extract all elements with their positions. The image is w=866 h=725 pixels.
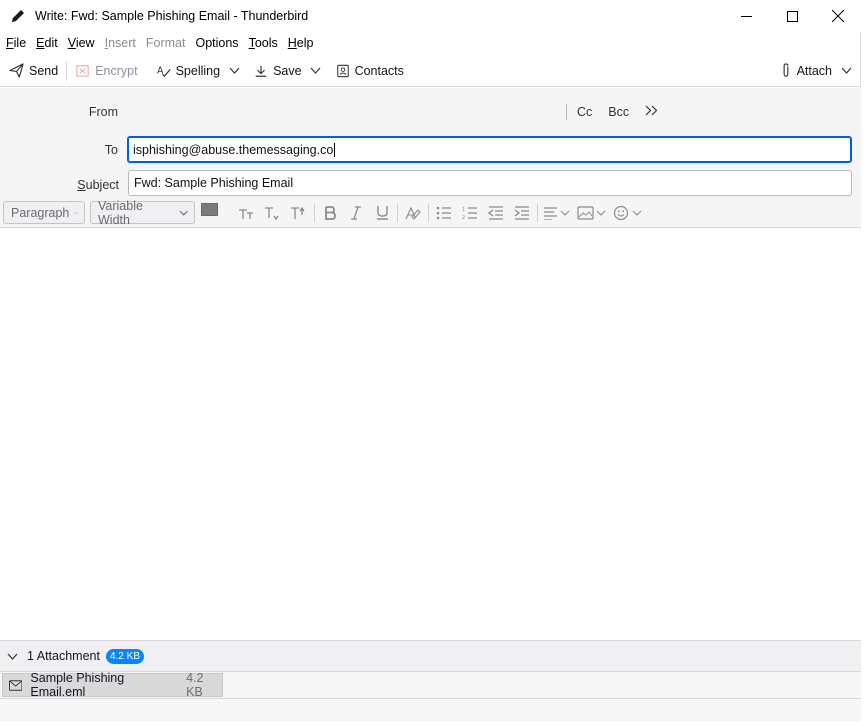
minimize-button[interactable] <box>723 0 769 32</box>
chevron-down-icon <box>310 67 321 74</box>
chevron-down-icon[interactable] <box>7 653 18 660</box>
recipient-type-buttons: Cc Bcc <box>566 103 658 121</box>
attachment-bar[interactable]: 1 Attachment 4.2 KB <box>0 640 861 671</box>
subject-input[interactable]: Fwd: Sample Phishing Email <box>128 170 852 196</box>
compose-toolbar: Send Encrypt A Spelling Save Contacts At… <box>0 55 861 87</box>
chevron-down-icon <box>229 67 240 74</box>
spelling-label: Spelling <box>175 63 221 78</box>
menu-options[interactable]: Options <box>195 36 238 50</box>
numbered-list-icon[interactable]: 12 <box>457 201 483 225</box>
to-input[interactable]: isphishing@abuse.themessaging.co <box>127 136 852 163</box>
spelling-icon: A <box>157 65 171 78</box>
font-size-up-icon[interactable] <box>286 201 312 225</box>
attachment-name: Sample Phishing Email.eml <box>30 671 125 699</box>
svg-text:2: 2 <box>462 215 465 220</box>
chevron-down-icon <box>841 67 851 74</box>
window-title: Write: Fwd: Sample Phishing Email - Thun… <box>35 9 309 23</box>
insert-image-icon[interactable] <box>574 201 610 225</box>
more-recipients-icon[interactable] <box>645 105 658 119</box>
close-button[interactable] <box>815 0 861 32</box>
contacts-button[interactable]: Contacts <box>331 58 409 84</box>
subject-label: Subject <box>77 178 119 192</box>
spelling-button[interactable]: A Spelling <box>151 58 225 84</box>
bold-icon[interactable] <box>317 201 343 225</box>
italic-icon[interactable] <box>343 201 369 225</box>
smaller-font-icon[interactable] <box>234 201 260 225</box>
maximize-button[interactable] <box>769 0 815 32</box>
contacts-label: Contacts <box>354 63 404 78</box>
paperclip-icon <box>783 63 788 77</box>
encrypt-label: Encrypt <box>95 63 138 78</box>
compose-window: Write: Fwd: Sample Phishing Email - Thun… <box>0 0 861 722</box>
attach-dropdown[interactable] <box>837 58 855 84</box>
send-icon <box>9 63 24 78</box>
send-button[interactable]: Send <box>4 58 63 84</box>
save-button[interactable]: Save <box>249 58 307 84</box>
font-size-down-icon[interactable] <box>260 201 286 225</box>
text-caret <box>334 142 336 157</box>
remove-formatting-icon[interactable] <box>400 201 426 225</box>
paragraph-format-value: Paragraph <box>11 205 70 220</box>
menu-view[interactable]: View <box>68 36 95 50</box>
toolbar-separator <box>66 60 68 81</box>
bullet-list-icon[interactable] <box>431 201 457 225</box>
menu-bar: File Edit View Insert Format Options Too… <box>0 32 861 53</box>
save-label: Save <box>273 63 302 78</box>
to-value: isphishing@abuse.themessaging.co <box>133 142 334 157</box>
font-select[interactable]: Variable Width <box>90 198 195 227</box>
cc-separator <box>566 104 567 120</box>
paragraph-format-select[interactable]: Paragraph <box>3 201 85 224</box>
emoji-icon[interactable] <box>610 201 646 225</box>
chevron-down-icon <box>179 210 188 216</box>
svg-text:1: 1 <box>462 207 465 213</box>
attachment-item[interactable]: Sample Phishing Email.eml 4.2 KB <box>2 671 223 699</box>
format-separator <box>397 203 398 222</box>
format-separator <box>314 203 315 222</box>
menu-edit[interactable]: Edit <box>36 36 58 50</box>
format-separator <box>428 203 429 222</box>
outdent-icon[interactable] <box>483 201 509 225</box>
encrypt-icon <box>76 65 89 77</box>
menu-insert[interactable]: Insert <box>105 36 136 50</box>
menu-tools[interactable]: Tools <box>249 36 278 50</box>
underline-icon[interactable] <box>369 201 395 225</box>
menu-help[interactable]: Help <box>288 36 314 50</box>
envelope-icon <box>9 679 23 691</box>
text-color-picker[interactable] <box>200 201 230 225</box>
attachment-list: Sample Phishing Email.eml 4.2 KB <box>0 671 861 699</box>
attachment-count: 1 Attachment <box>27 649 100 663</box>
format-toolbar: Paragraph Variable Width 1 2 <box>0 198 861 228</box>
indent-icon[interactable] <box>509 201 535 225</box>
attachment-size-badge: 4.2 KB <box>105 648 144 664</box>
foreground-color[interactable] <box>201 202 218 216</box>
to-label: To <box>104 143 118 157</box>
attach-label: Attach <box>796 63 832 78</box>
cc-button[interactable]: Cc <box>577 105 592 119</box>
address-book-icon <box>336 64 349 77</box>
bcc-button[interactable]: Bcc <box>608 105 629 119</box>
window-controls <box>723 0 861 32</box>
spelling-dropdown[interactable] <box>225 58 243 84</box>
from-label: From <box>88 105 118 119</box>
chevron-down-icon <box>74 211 78 214</box>
pencil-icon <box>9 7 27 25</box>
send-label: Send <box>29 63 59 78</box>
subject-value: Fwd: Sample Phishing Email <box>134 176 294 190</box>
menu-file[interactable]: File <box>6 36 26 50</box>
alignment-icon[interactable] <box>540 201 574 225</box>
status-bar <box>0 698 861 722</box>
message-body-editor[interactable] <box>0 229 861 640</box>
download-icon <box>255 65 267 77</box>
font-select-value: Variable Width <box>98 198 143 227</box>
title-bar: Write: Fwd: Sample Phishing Email - Thun… <box>0 0 861 32</box>
menu-format[interactable]: Format <box>146 36 186 50</box>
format-separator <box>537 203 538 222</box>
attach-button[interactable]: Attach <box>775 58 837 84</box>
attachment-size: 4.2 KB <box>186 671 204 699</box>
encrypt-button[interactable]: Encrypt <box>70 58 142 84</box>
save-dropdown[interactable] <box>307 58 325 84</box>
